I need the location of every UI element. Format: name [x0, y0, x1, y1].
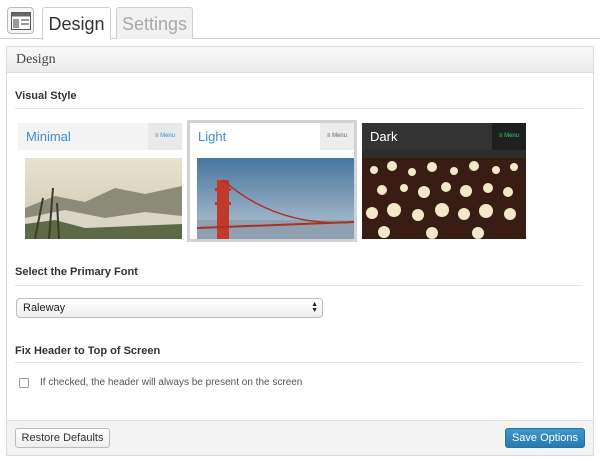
layout-icon [7, 7, 34, 34]
menu-label: ≡ Menu [492, 123, 526, 150]
primary-font-heading: Select the Primary Font [15, 266, 138, 278]
primary-font-select[interactable]: Raleway ▲ ▼ [16, 298, 323, 318]
dark-preview-image [362, 158, 526, 239]
menu-label: ≡ Menu [320, 123, 354, 150]
style-name-light: Light [198, 129, 227, 144]
style-option-dark[interactable]: Dark ≡ Menu [362, 123, 526, 239]
style-option-light[interactable]: Light ≡ Menu [187, 120, 357, 242]
style-name-minimal: Minimal [26, 129, 71, 144]
fix-header-heading: Fix Header to Top of Screen [15, 345, 161, 357]
panel-footer: Restore Defaults Save Options [7, 420, 593, 455]
divider [15, 285, 583, 286]
light-preview-image [197, 158, 354, 239]
select-arrows-icon: ▲ ▼ [311, 301, 318, 314]
card-header: Minimal ≡ Menu [18, 123, 182, 150]
panel-title: Design [7, 47, 593, 73]
save-options-button[interactable]: Save Options [505, 428, 585, 448]
style-name-dark: Dark [370, 129, 398, 144]
tab-bar: Design Settings [0, 0, 600, 40]
divider [15, 362, 583, 363]
visual-style-heading: Visual Style [15, 90, 77, 102]
minimal-preview-image [25, 158, 182, 239]
tab-design[interactable]: Design [42, 7, 111, 40]
divider [15, 108, 583, 109]
design-panel: Design Visual Style Minimal ≡ Menu Light… [6, 46, 594, 456]
fix-header-label: If checked, the header will always be pr… [40, 377, 303, 388]
restore-defaults-button[interactable]: Restore Defaults [15, 428, 110, 448]
card-header: Light ≡ Menu [190, 123, 354, 150]
card-header: Dark ≡ Menu [362, 123, 526, 150]
fix-header-checkbox[interactable] [19, 378, 29, 388]
tab-settings[interactable]: Settings [116, 7, 193, 39]
style-option-minimal[interactable]: Minimal ≡ Menu [18, 123, 182, 239]
selected-font-value: Raleway [23, 302, 66, 314]
menu-label: ≡ Menu [148, 123, 182, 150]
